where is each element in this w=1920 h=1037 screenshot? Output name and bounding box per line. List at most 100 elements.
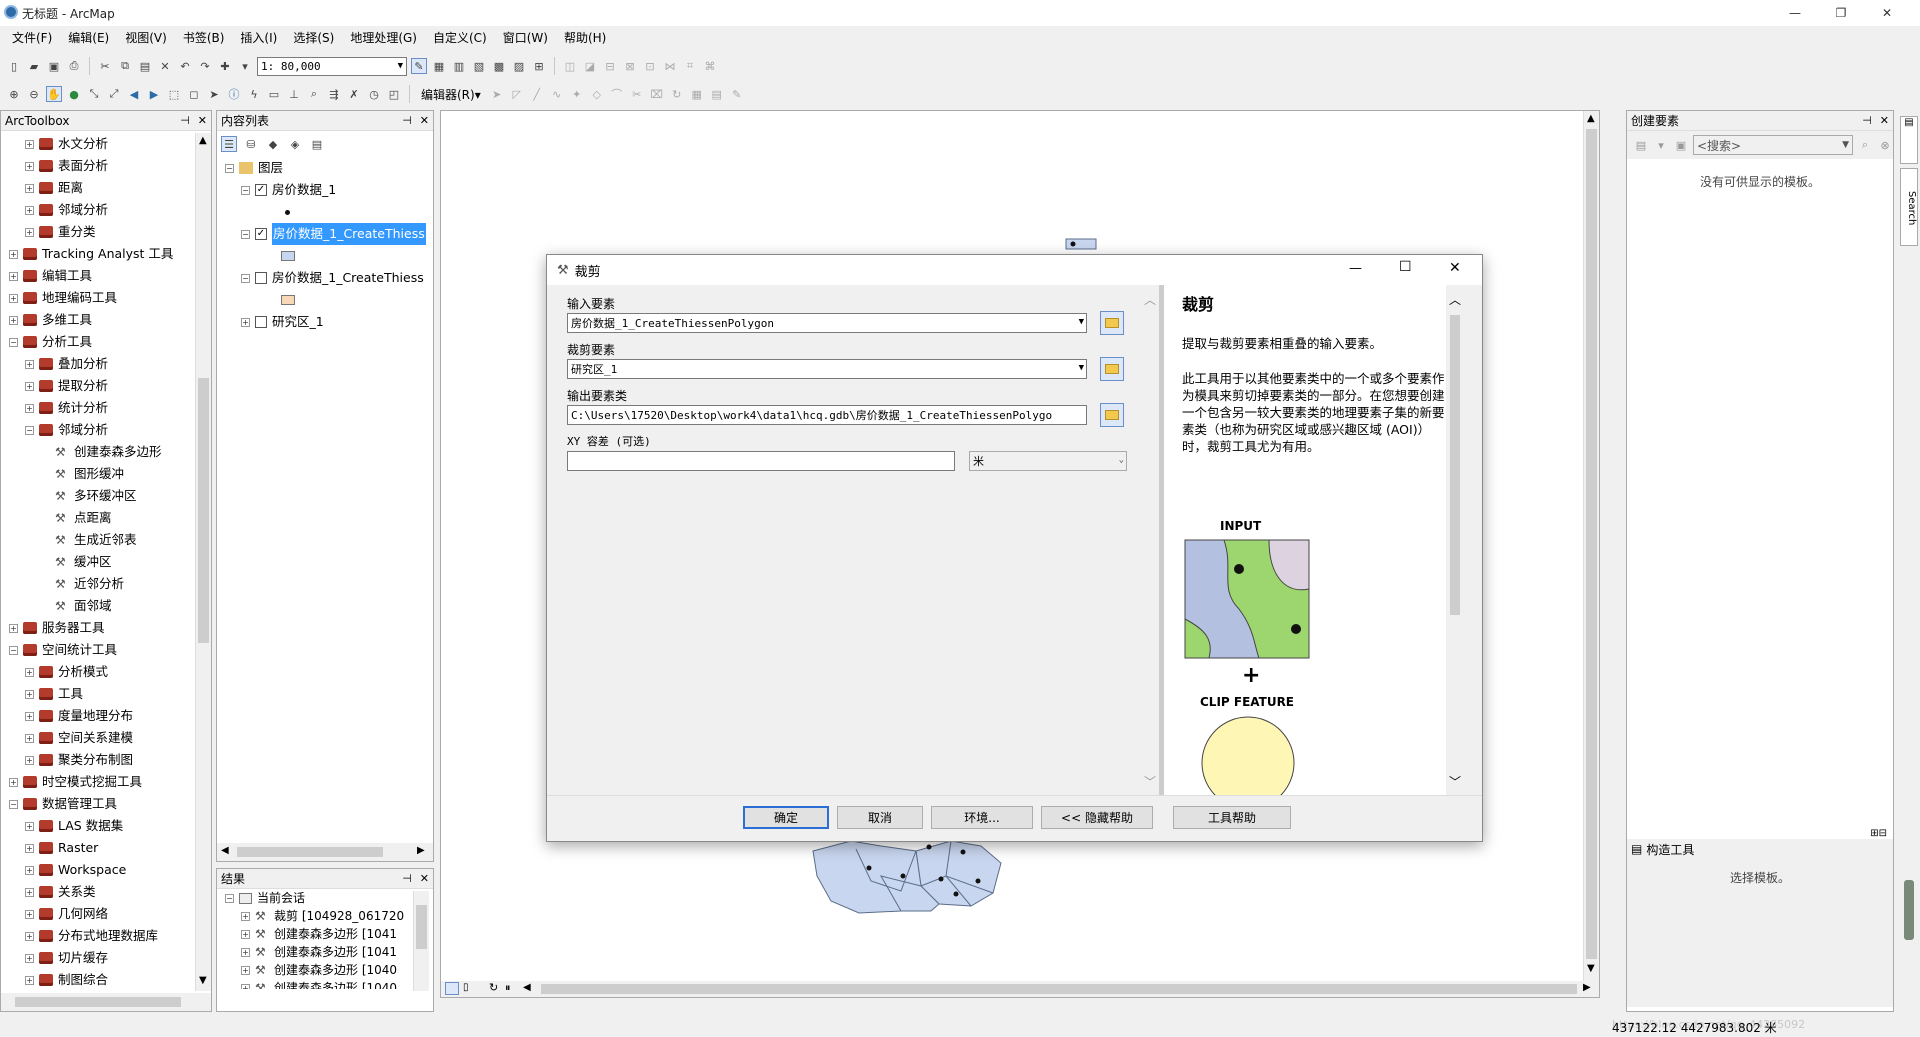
clear-selection-icon[interactable]: ◻ xyxy=(186,86,202,102)
map-hscroll[interactable]: ▯ ↻ ⏸ ◀ ▶ xyxy=(441,981,1599,997)
browse-output-button[interactable] xyxy=(1100,403,1124,427)
editor-menu[interactable]: 编辑器(R)▾ xyxy=(417,86,485,103)
toc-layer[interactable]: − 房价数据_1_CreateThiess xyxy=(225,267,433,289)
editor-toolbar-icon[interactable]: ✎ xyxy=(411,58,427,74)
table-of-contents-icon[interactable]: ▦ xyxy=(431,58,447,74)
toolbox-item[interactable]: + 邻域分析 xyxy=(1,199,195,221)
toolbox-item[interactable]: + 空间关系建模 xyxy=(1,727,195,749)
toolbox-item[interactable]: + 分布式地理数据库 xyxy=(1,925,195,947)
list-by-visibility-icon[interactable]: ◆ xyxy=(265,136,281,152)
map-scale-combo[interactable]: 1: 80,000 ▼ xyxy=(257,56,407,76)
toolbar-extra-icon[interactable]: ⊠ xyxy=(622,58,638,74)
expand-icon[interactable]: + xyxy=(25,755,34,765)
scroll-thumb[interactable] xyxy=(198,378,209,643)
toolbox-item[interactable]: + Workspace xyxy=(1,859,195,881)
pin-icon[interactable]: ⊣ xyxy=(1862,114,1872,127)
toolbox-item[interactable]: + LAS 数据集 xyxy=(1,815,195,837)
toc-root[interactable]: − 图层 xyxy=(225,157,433,179)
toolbar-extra-icon[interactable]: ⌘ xyxy=(702,58,718,74)
toolbox-item[interactable]: + 工具 xyxy=(1,683,195,705)
expand-icon[interactable]: + xyxy=(25,931,34,941)
result-item[interactable]: + ⚒ 创建泰森多边形 [1040 xyxy=(225,961,413,979)
toolbox-item[interactable]: − 空间统计工具 xyxy=(1,639,195,661)
arctoolbox-hscroll[interactable] xyxy=(1,993,211,1011)
time-slider-icon[interactable]: ◷ xyxy=(366,86,382,102)
result-item[interactable]: + ⚒ 创建泰森多边形 [1041 xyxy=(225,925,413,943)
toolbar-extra-icon[interactable]: ⌗ xyxy=(682,58,698,74)
expand-icon[interactable]: + xyxy=(9,315,18,325)
map-vscroll[interactable]: ▲ ▼ xyxy=(1583,111,1599,981)
toolbox-item[interactable]: − 分析工具 xyxy=(1,331,195,353)
toolbox-item[interactable]: + 度量地理分布 xyxy=(1,705,195,727)
toolbox-item[interactable]: + 重分类 xyxy=(1,221,195,243)
pin-icon[interactable]: ⊣ xyxy=(402,114,412,127)
expand-icon[interactable]: + xyxy=(25,381,34,391)
straight-segment-icon[interactable]: ╱ xyxy=(529,86,545,102)
layer-visibility-checkbox[interactable]: ✓ xyxy=(255,228,267,240)
attributes-icon[interactable]: ▦ xyxy=(689,86,705,102)
toolbox-item[interactable]: + 多维工具 xyxy=(1,309,195,331)
catalog-tab[interactable]: ▤ xyxy=(1900,116,1918,164)
arctoolbox-vscroll[interactable]: ▲ ▼ xyxy=(195,133,211,991)
menu-geoprocessing[interactable]: 地理处理(G) xyxy=(342,29,425,46)
organize-templates-icon[interactable]: ▤ xyxy=(1633,137,1649,153)
pin-icon[interactable]: ⊣ xyxy=(180,114,190,127)
toc-layer[interactable]: − ✓ 房价数据_1 xyxy=(225,179,433,201)
dock-grip[interactable] xyxy=(1904,880,1914,940)
scroll-up-arrow-icon[interactable]: ▲ xyxy=(199,135,207,146)
list-by-selection-icon[interactable]: ◈ xyxy=(287,136,303,152)
scroll-thumb[interactable] xyxy=(237,847,383,857)
properties-icon[interactable]: ▣ xyxy=(1673,137,1689,153)
collapse-icon[interactable]: − xyxy=(9,337,18,347)
layer-visibility-checkbox[interactable]: ✓ xyxy=(255,184,267,196)
toolbox-item[interactable]: ⚒ 点距离 xyxy=(1,507,195,529)
toolbox-item[interactable]: ⚒ 缓冲区 xyxy=(1,551,195,573)
scroll-right-arrow-icon[interactable]: ▶ xyxy=(417,845,425,856)
search-window-icon[interactable]: ▧ xyxy=(471,58,487,74)
modelbuilder-icon[interactable]: ⊞ xyxy=(531,58,547,74)
fixed-zoom-in-icon[interactable]: ⤡ xyxy=(86,86,102,102)
toolbox-item[interactable]: + 几何网络 xyxy=(1,903,195,925)
chevron-up-icon[interactable]: ︿ xyxy=(1144,291,1156,308)
chevron-down-icon[interactable]: ﹀ xyxy=(1449,773,1461,790)
expand-icon[interactable]: + xyxy=(25,865,34,875)
delete-icon[interactable]: ✕ xyxy=(157,58,173,74)
expand-icon[interactable]: + xyxy=(241,947,250,957)
expand-icon[interactable]: + xyxy=(25,843,34,853)
collapse-icon[interactable]: − xyxy=(25,425,34,435)
toolbox-item[interactable]: + 时空模式挖掘工具 xyxy=(1,771,195,793)
browse-input-button[interactable] xyxy=(1100,311,1124,335)
template-search-box[interactable]: <搜索> ▼ xyxy=(1693,135,1853,155)
cancel-button[interactable]: 取消 xyxy=(837,806,923,829)
close-window-button[interactable]: ✕ xyxy=(1864,0,1910,26)
cut-icon[interactable]: ✂ xyxy=(97,58,113,74)
data-view-icon[interactable] xyxy=(445,982,459,995)
collapse-icon[interactable]: − xyxy=(241,185,250,195)
expand-icon[interactable]: + xyxy=(25,689,34,699)
refresh-icon[interactable]: ↻ xyxy=(489,981,498,994)
scroll-thumb[interactable] xyxy=(541,984,1577,994)
toolbar-extra-icon[interactable]: ⊡ xyxy=(642,58,658,74)
create-features-icon[interactable]: ✎ xyxy=(729,86,745,102)
menu-file[interactable]: 文件(F) xyxy=(4,29,60,46)
expand-icon[interactable]: + xyxy=(241,317,250,327)
hyperlink-icon[interactable]: ϟ xyxy=(246,86,262,102)
full-extent-icon[interactable]: ● xyxy=(66,86,82,102)
close-icon[interactable]: ✕ xyxy=(1449,260,1461,276)
go-to-xy-icon[interactable]: ✗ xyxy=(346,86,362,102)
list-by-source-icon[interactable]: ⛁ xyxy=(243,136,259,152)
menu-insert[interactable]: 插入(I) xyxy=(232,29,285,46)
toolbox-item[interactable]: + 服务器工具 xyxy=(1,617,195,639)
toolbox-item[interactable]: + 距离 xyxy=(1,177,195,199)
find-icon[interactable]: ⌕ xyxy=(306,86,322,102)
parameters-vscroll[interactable]: ︿ ﹀ xyxy=(1141,285,1159,795)
toc-layer[interactable]: − ✓ 房价数据_1_CreateThiess xyxy=(225,223,433,245)
close-icon[interactable]: ✕ xyxy=(198,114,207,127)
toolbox-item[interactable]: + 关系类 xyxy=(1,881,195,903)
expand-icon[interactable]: + xyxy=(25,711,34,721)
scroll-left-arrow-icon[interactable]: ◀ xyxy=(523,982,531,993)
reshape-icon[interactable]: ⌒ xyxy=(609,86,625,102)
search-icon[interactable]: ⌕ xyxy=(1857,137,1873,153)
toolbox-item[interactable]: ⚒ 生成近邻表 xyxy=(1,529,195,551)
expand-icon[interactable]: + xyxy=(25,403,34,413)
